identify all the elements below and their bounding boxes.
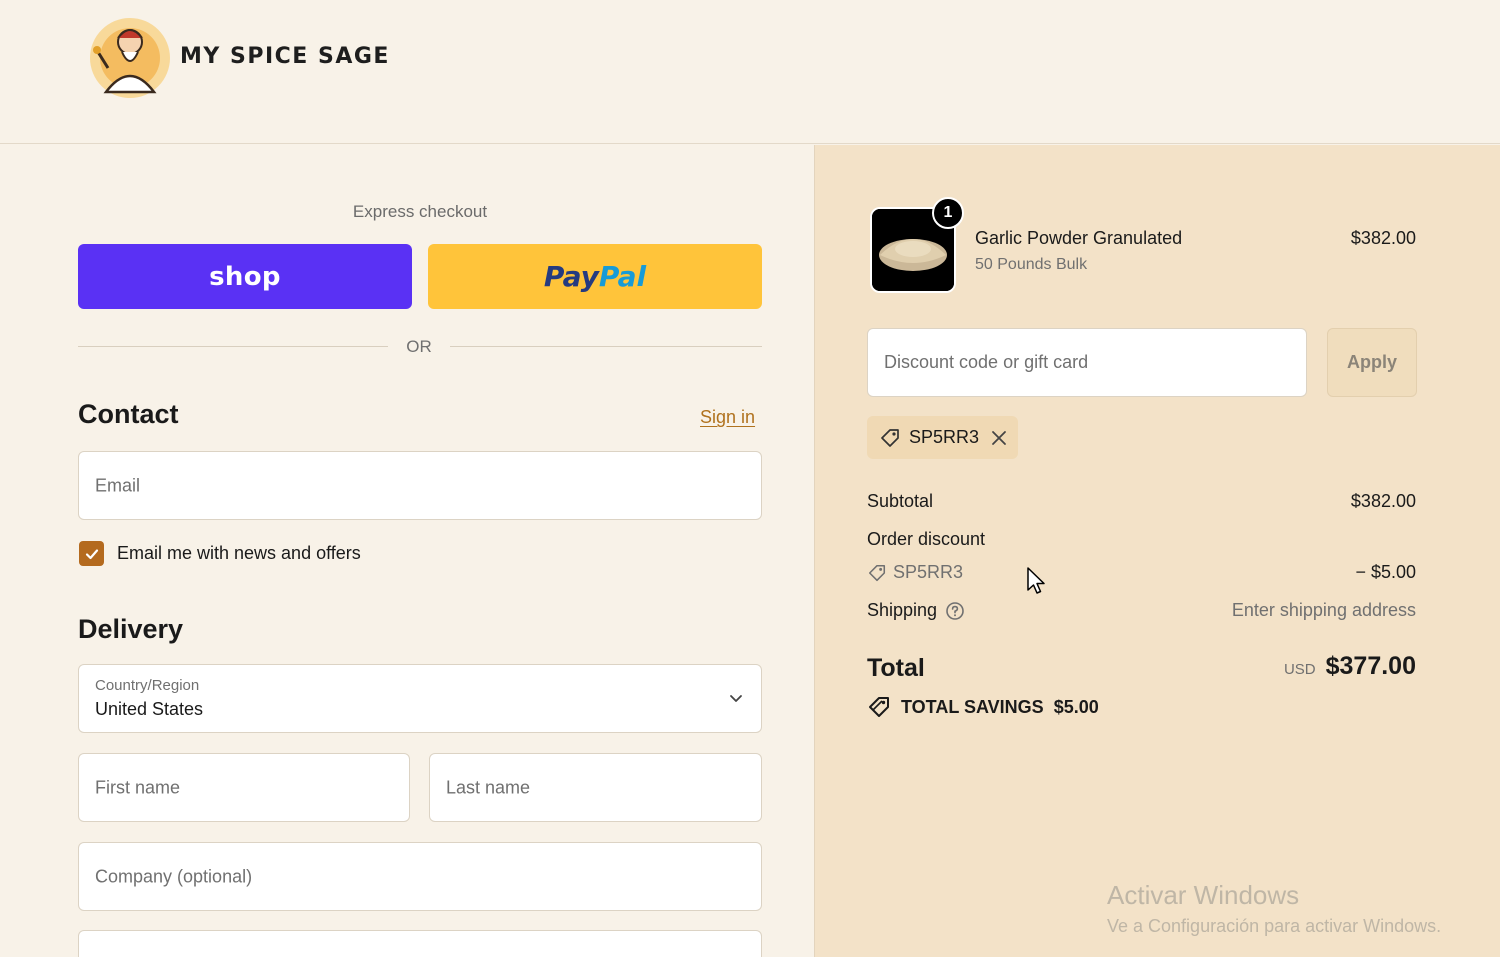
shop-pay-label: shop <box>209 261 281 292</box>
discount-code-text: SP5RR3 <box>893 562 964 582</box>
or-divider-right <box>450 346 762 347</box>
tag-icon <box>868 564 886 581</box>
newsletter-checkbox[interactable] <box>79 541 104 566</box>
express-checkout-label: Express checkout <box>352 202 488 221</box>
email-field[interactable]: Email <box>78 451 762 520</box>
order-discount-label: Order discount <box>867 529 986 549</box>
shop-pay-button[interactable]: shop <box>78 244 412 309</box>
total-amount: USD $377.00 <box>1284 652 1416 681</box>
discount-placeholder: Discount code or gift card <box>884 352 1089 372</box>
brand-logo[interactable]: MY SPICE SAGE <box>84 12 390 104</box>
apply-discount-button[interactable]: Apply <box>1327 328 1417 397</box>
order-summary: 1 Garlic Powder Granulated 50 Pounds Bul… <box>814 145 1500 957</box>
total-value: $377.00 <box>1325 652 1416 680</box>
subtotal-label: Subtotal <box>867 491 934 511</box>
shipping-label: Shipping <box>867 600 938 620</box>
tag-icon <box>881 428 899 447</box>
close-icon <box>992 430 1006 445</box>
contact-heading: Contact <box>78 399 179 429</box>
shipping-row: Shipping <box>867 600 965 621</box>
checkmark-icon <box>85 548 98 559</box>
product-price: $382.00 <box>1350 228 1416 248</box>
country-select[interactable]: Country/Region United States <box>78 664 762 733</box>
shipping-value: Enter shipping address <box>1231 600 1416 620</box>
first-name-field[interactable]: First name <box>78 753 410 822</box>
applied-code-text: SP5RR3 <box>909 427 980 447</box>
sign-in-link[interactable]: Sign in <box>700 407 755 428</box>
sage-logo-icon <box>84 12 176 104</box>
savings-tag-icon <box>869 697 889 717</box>
paypal-label-pay: Pay <box>543 260 599 293</box>
total-currency: USD <box>1283 661 1316 678</box>
discount-code-input[interactable]: Discount code or gift card <box>867 328 1307 397</box>
discount-code-row: SP5RR3 <box>867 562 963 583</box>
quantity-badge: 1 <box>932 197 964 229</box>
country-label: Country/Region <box>95 677 200 694</box>
company-field[interactable]: Company (optional) <box>78 842 762 911</box>
newsletter-label: Email me with news and offers <box>117 543 361 563</box>
windows-activation-subtitle: Ve a Configuración para activar Windows. <box>1107 916 1442 936</box>
brand-name: MY SPICE SAGE <box>180 43 390 69</box>
mouse-pointer-icon <box>1027 567 1045 594</box>
site-header: MY SPICE SAGE <box>0 0 1500 144</box>
product-name: Garlic Powder Granulated <box>975 228 1183 248</box>
total-label: Total <box>867 654 925 682</box>
first-name-placeholder: First name <box>95 777 181 797</box>
paypal-label-pal: Pal <box>598 260 647 293</box>
product-variant: 50 Pounds Bulk <box>975 256 1088 273</box>
or-divider-label: OR <box>406 337 432 356</box>
subtotal-value: $382.00 <box>1350 491 1416 511</box>
savings-label: TOTAL SAVINGS <box>901 696 1044 717</box>
help-circle-icon[interactable] <box>945 601 965 621</box>
total-savings: TOTAL SAVINGS $5.00 <box>867 695 1099 719</box>
remove-discount-button[interactable] <box>991 430 1007 446</box>
country-value: United States <box>95 699 204 719</box>
email-placeholder: Email <box>95 475 141 495</box>
last-name-field[interactable]: Last name <box>429 753 762 822</box>
company-placeholder: Company (optional) <box>95 866 253 886</box>
delivery-heading: Delivery <box>78 614 184 644</box>
last-name-placeholder: Last name <box>446 777 531 797</box>
paypal-button[interactable]: Pay Pal <box>428 244 762 309</box>
windows-activation-title: Activar Windows <box>1107 880 1300 910</box>
chevron-down-icon <box>730 695 742 702</box>
applied-discount-chip: SP5RR3 <box>867 416 1018 459</box>
or-divider-left <box>78 346 388 347</box>
savings-value: $5.00 <box>1053 696 1099 717</box>
discount-value: − $5.00 <box>1355 562 1416 582</box>
checkout-form: Express checkout shop Pay Pal OR Contact … <box>0 145 814 957</box>
address-field[interactable] <box>78 930 762 957</box>
